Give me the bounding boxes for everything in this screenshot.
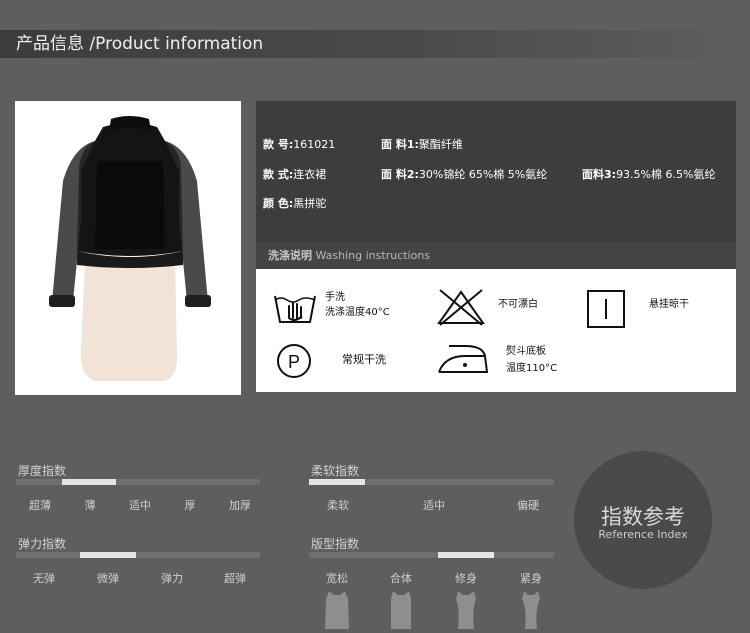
fit-label: 版型指数 [311, 537, 360, 551]
thickness-tick: 适中 [129, 499, 151, 512]
no-bleach-text: 不可漂白 [498, 299, 538, 310]
fabric1-label: 面 料1: [381, 138, 419, 151]
loose-fit-silhouette-icon [325, 591, 349, 629]
fit-tick: 合体 [390, 572, 412, 585]
fabric3-value: 93.5%棉 6.5%氨纶 [616, 168, 716, 181]
hand-wash-text-2: 洗涤温度40°C [325, 307, 390, 318]
section-title: 产品信息 /Product information [16, 34, 264, 54]
softness-marker [309, 479, 365, 485]
iron-icon [438, 345, 489, 373]
thickness-label: 厚度指数 [18, 464, 67, 478]
fabric2-row: 面 料2:30%锦纶 65%棉 5%氨纶 [381, 166, 547, 182]
dress-image [49, 116, 211, 381]
fabric2-label: 面 料2: [381, 168, 419, 181]
color-value: 黑拼驼 [293, 197, 327, 210]
fabric3-row: 面料3:93.5%棉 6.5%氨纶 [582, 166, 715, 182]
reference-index-title-zh: 指数参考 [601, 505, 685, 529]
iron-text-2: 温度110°C [506, 363, 558, 374]
hang-dry-text: 悬挂晾干 [649, 299, 689, 310]
hand-wash-text-1: 手洗 [325, 292, 345, 303]
thickness-tick: 超薄 [29, 499, 51, 512]
elasticity-track [16, 552, 260, 558]
style-label: 款 式: [263, 168, 294, 181]
washing-title-en: Washing instructions [315, 249, 431, 262]
fabric1-value: 聚酯纤维 [418, 138, 463, 151]
thickness-marker [62, 479, 116, 485]
slim-fit-silhouette-icon [456, 591, 476, 629]
reference-index-title-en: Reference Index [598, 528, 688, 541]
softness-tick: 柔软 [327, 499, 349, 512]
elasticity-tick: 弹力 [161, 572, 183, 585]
fabric1-row: 面 料1:聚酯纤维 [381, 136, 463, 152]
softness-tick: 适中 [423, 499, 445, 512]
fabric3-label: 面料3: [582, 168, 617, 181]
no-bleach-icon [437, 289, 485, 326]
fit-tick: 修身 [455, 572, 477, 585]
elasticity-tick: 无弹 [33, 572, 55, 585]
fit-track [309, 552, 554, 558]
product-photo [15, 101, 241, 395]
washing-title-zh: 洗涤说明 [268, 249, 312, 262]
style-number-row: 款 号:161021 [263, 136, 335, 152]
fit-marker [438, 552, 494, 558]
elasticity-marker [80, 552, 136, 558]
tight-fit-silhouette-icon [522, 591, 540, 629]
thickness-tick: 厚 [184, 499, 196, 512]
softness-tick: 偏硬 [517, 499, 539, 512]
dry-clean-text: 常规干洗 [342, 353, 386, 366]
washing-panel [256, 269, 736, 392]
fit-tick: 紧身 [520, 572, 542, 585]
thickness-tick: 加厚 [229, 499, 251, 512]
elasticity-tick: 超弹 [224, 572, 246, 585]
style-value: 连衣裙 [293, 168, 327, 181]
thickness-tick: 薄 [84, 499, 96, 512]
softness-label: 柔软指数 [311, 464, 360, 478]
elasticity-label: 弹力指数 [18, 537, 67, 551]
style-number-label: 款 号: [263, 138, 294, 151]
color-row: 颜 色:黑拼驼 [263, 195, 326, 211]
iron-text-1: 熨斗底板 [506, 346, 546, 357]
style-number-value: 161021 [293, 138, 336, 151]
hang-dry-icon [587, 290, 625, 328]
svg-text:P: P [288, 352, 300, 372]
hand-wash-icon [274, 295, 316, 323]
thickness-track [16, 479, 260, 485]
washing-title: 洗涤说明 Washing instructions [268, 247, 430, 263]
regular-fit-silhouette-icon [391, 591, 411, 629]
style-row: 款 式:连衣裙 [263, 166, 326, 182]
fit-tick: 宽松 [326, 572, 348, 585]
color-label: 颜 色: [263, 197, 294, 210]
fabric2-value: 30%锦纶 65%棉 5%氨纶 [418, 168, 548, 181]
elasticity-tick: 微弹 [97, 572, 119, 585]
dry-clean-icon: P [277, 344, 311, 378]
